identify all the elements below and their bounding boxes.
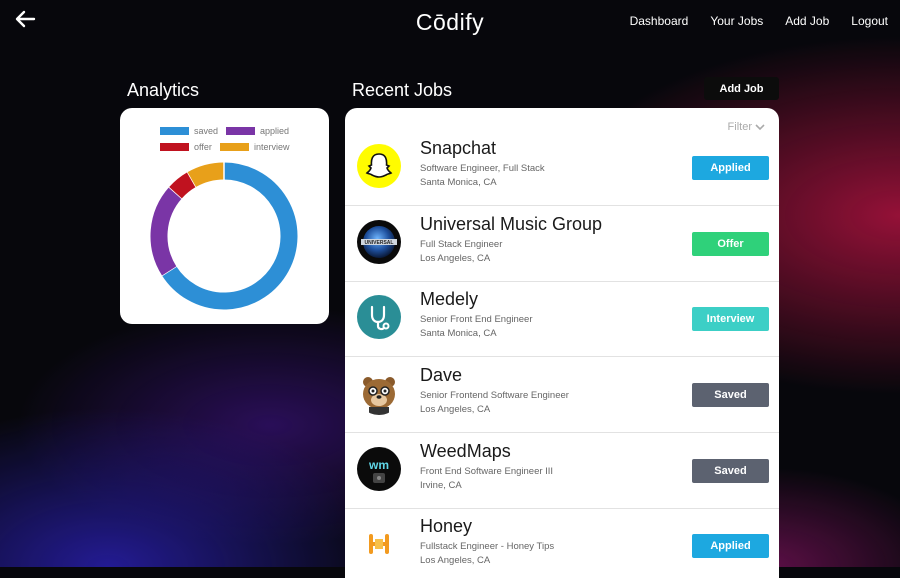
universal-globe-icon: UNIVERSAL xyxy=(357,220,401,264)
job-location: Los Angeles, CA xyxy=(420,404,491,415)
job-location: Santa Monica, CA xyxy=(420,177,497,188)
snapchat-ghost-icon xyxy=(357,144,401,188)
donut-slice-offer xyxy=(169,172,197,199)
company-name: Honey xyxy=(420,516,473,536)
recent-jobs-title: Recent Jobs xyxy=(352,80,453,100)
legend-item-offer: offer xyxy=(160,142,212,152)
status-button[interactable]: Applied xyxy=(692,534,769,558)
stethoscope-icon xyxy=(357,295,401,339)
honey-icon xyxy=(357,522,401,566)
legend-item-applied: applied xyxy=(226,126,289,136)
nav-logout[interactable]: Logout xyxy=(851,14,888,28)
nav-dashboard[interactable]: Dashboard xyxy=(630,14,689,28)
nav-menu: Dashboard Your Jobs Add Job Logout xyxy=(608,14,888,28)
company-name: Dave xyxy=(420,365,463,385)
legend-label: interview xyxy=(254,142,290,152)
company-name: Snapchat xyxy=(420,138,497,158)
job-role: Fullstack Engineer - Honey Tips xyxy=(420,541,555,552)
job-row[interactable]: Medely Senior Front End Engineer Santa M… xyxy=(345,281,779,357)
svg-text:wm: wm xyxy=(368,458,389,472)
legend-swatch xyxy=(160,127,189,135)
legend-label: saved xyxy=(194,126,219,136)
job-location: Santa Monica, CA xyxy=(420,328,497,339)
company-name: Medely xyxy=(420,289,479,309)
legend-item-saved: saved xyxy=(160,126,218,136)
nav-your-jobs[interactable]: Your Jobs xyxy=(710,14,763,28)
status-button[interactable]: Interview xyxy=(692,307,769,331)
legend-item-interview: interview xyxy=(220,142,290,152)
legend-swatch xyxy=(220,143,249,151)
add-job-button[interactable]: Add Job xyxy=(704,77,779,100)
job-row[interactable]: Honey Fullstack Engineer - Honey Tips Lo… xyxy=(345,508,779,578)
company-name: WeedMaps xyxy=(420,441,511,461)
analytics-title: Analytics xyxy=(127,80,200,100)
back-arrow-icon[interactable] xyxy=(14,9,36,29)
donut-chart xyxy=(150,161,298,310)
company-name: Universal Music Group xyxy=(420,214,603,234)
svg-text:UNIVERSAL: UNIVERSAL xyxy=(365,240,394,246)
top-bar: Cōdify Dashboard Your Jobs Add Job Logou… xyxy=(0,0,900,44)
donut-slice-applied xyxy=(150,187,183,276)
job-role: Software Engineer, Full Stack xyxy=(420,163,545,174)
analytics-card: saved applied offer interview xyxy=(120,108,329,324)
donut-slice-interview xyxy=(187,162,225,188)
status-button[interactable]: Offer xyxy=(692,232,769,256)
job-role: Front End Software Engineer III xyxy=(420,466,554,477)
job-row[interactable]: UNIVERSAL Universal Music Group Full Sta… xyxy=(345,206,779,282)
job-location: Los Angeles, CA xyxy=(420,253,491,264)
weedmaps-icon: wm xyxy=(357,447,401,491)
legend-swatch xyxy=(160,143,189,151)
job-role: Senior Frontend Software Engineer xyxy=(420,390,569,401)
job-role: Full Stack Engineer xyxy=(420,239,503,250)
job-row[interactable]: Snapchat Software Engineer, Full Stack S… xyxy=(345,130,779,206)
job-location: Irvine, CA xyxy=(420,480,462,491)
legend-label: applied xyxy=(260,126,290,136)
legend-swatch xyxy=(226,127,255,135)
jobs-list: Filter Snapchat Software Engineer, Full … xyxy=(345,108,779,578)
status-button[interactable]: Saved xyxy=(692,383,769,407)
job-row[interactable]: wm WeedMaps Front End Software Engineer … xyxy=(345,433,779,509)
legend-label: offer xyxy=(194,142,212,152)
job-row[interactable]: Dave Senior Frontend Software Engineer L… xyxy=(345,357,779,433)
nav-add-job[interactable]: Add Job xyxy=(785,14,829,28)
job-location: Los Angeles, CA xyxy=(420,555,491,566)
status-button[interactable]: Applied xyxy=(692,156,769,180)
job-role: Senior Front End Engineer xyxy=(420,314,533,325)
status-button[interactable]: Saved xyxy=(692,459,769,483)
bear-icon xyxy=(357,371,401,415)
